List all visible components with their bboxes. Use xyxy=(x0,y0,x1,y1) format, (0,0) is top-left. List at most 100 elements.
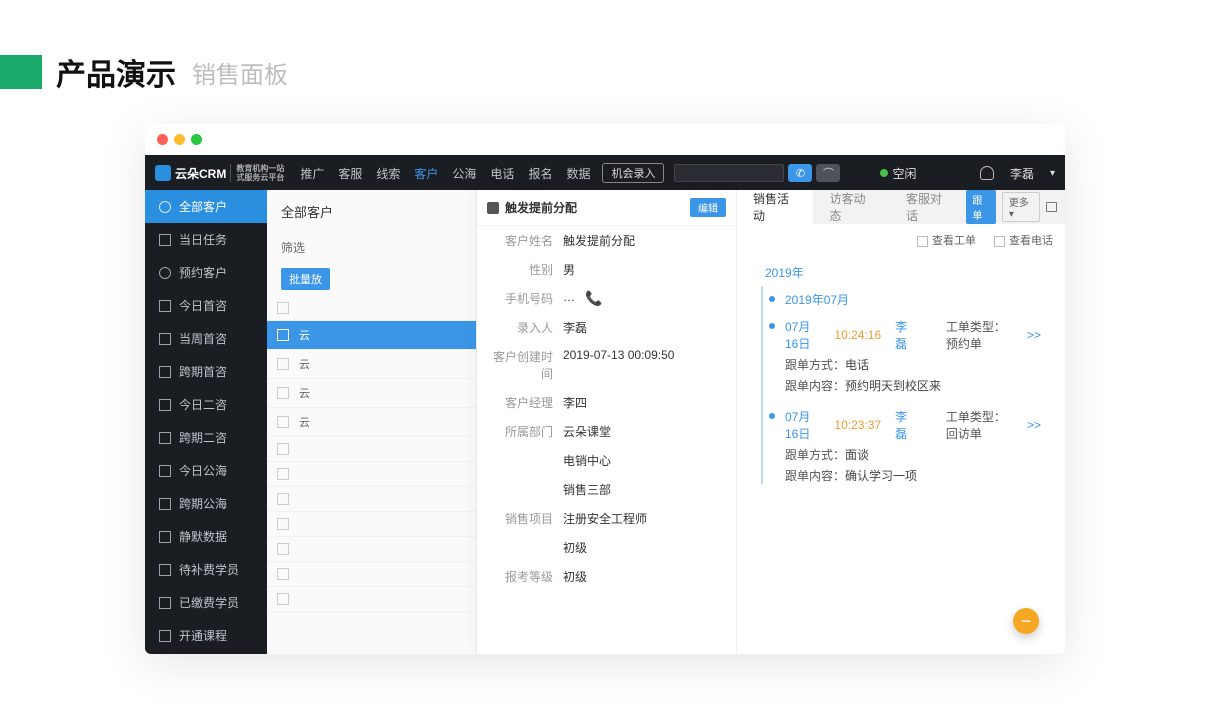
table-row[interactable]: 云 xyxy=(267,321,476,350)
table-row[interactable]: 云 xyxy=(267,379,476,408)
sidebar-item-today-first[interactable]: 今日首咨 xyxy=(145,289,267,322)
filter-view-calls[interactable]: 查看电话 xyxy=(994,232,1053,248)
timeline-year: 2019年 xyxy=(765,264,1041,281)
entry-user: 李磊 xyxy=(895,408,912,442)
sidebar-item-label: 预约客户 xyxy=(179,264,227,281)
field-label: 客户创建时间 xyxy=(489,348,563,382)
topbar-right: 李磊 ▾ xyxy=(980,165,1055,182)
table-row[interactable] xyxy=(267,562,476,587)
sidebar-item-silent[interactable]: 静默数据 xyxy=(145,520,267,553)
sidebar-item-open-course[interactable]: 开通课程 xyxy=(145,619,267,652)
filter-view-tickets[interactable]: 查看工单 xyxy=(917,232,976,248)
row-checkbox[interactable] xyxy=(277,443,289,455)
activity-entry[interactable]: 07月16日 10:23:37 李磊 工单类型：回访单 >> 跟单方式：面谈 跟… xyxy=(785,408,1041,484)
sidebar-item-today-task[interactable]: 当日任务 xyxy=(145,223,267,256)
hangup-button[interactable]: ⌒ xyxy=(816,164,840,182)
more-dropdown[interactable]: 更多 ▾ xyxy=(1002,192,1040,222)
field-value: 销售三部 xyxy=(563,481,611,498)
row-checkbox[interactable] xyxy=(277,593,289,605)
tab-service-chat[interactable]: 客服对话 xyxy=(890,190,966,224)
entry-expand[interactable]: >> xyxy=(1027,418,1041,432)
field-value: 李四 xyxy=(563,394,587,411)
batch-release-button[interactable]: 批量放 xyxy=(281,268,330,290)
sidebar-item-today-second[interactable]: 今日二咨 xyxy=(145,388,267,421)
nav-pool[interactable]: 公海 xyxy=(452,165,476,182)
status-text[interactable]: 空闲 xyxy=(892,165,916,182)
field-value: 注册安全工程师 xyxy=(563,510,647,527)
list-filter-label[interactable]: 筛选 xyxy=(267,233,476,262)
table-row[interactable] xyxy=(267,512,476,537)
row-checkbox[interactable] xyxy=(277,416,289,428)
followup-chip[interactable]: 跟单 xyxy=(966,190,996,224)
minimize-icon[interactable] xyxy=(174,134,185,145)
row-checkbox[interactable] xyxy=(277,468,289,480)
current-user[interactable]: 李磊 xyxy=(1010,165,1034,182)
field-value: … xyxy=(563,290,575,307)
sidebar-item-cross-second[interactable]: 跨期二咨 xyxy=(145,421,267,454)
nav-data[interactable]: 数据 xyxy=(566,165,590,182)
nav-signup[interactable]: 报名 xyxy=(528,165,552,182)
table-row[interactable] xyxy=(267,437,476,462)
slide-subtitle: 销售面板 xyxy=(192,55,288,90)
activity-panel: 销售活动 访客动态 客服对话 跟单 更多 ▾ 查看工单 查看电话 2019年 2… xyxy=(737,190,1065,654)
row-checkbox[interactable] xyxy=(277,518,289,530)
tab-visitor[interactable]: 访客动态 xyxy=(813,190,889,224)
table-row[interactable] xyxy=(267,537,476,562)
nav-service[interactable]: 客服 xyxy=(338,165,362,182)
expand-icon[interactable] xyxy=(1046,202,1057,212)
table-row[interactable]: 云 xyxy=(267,408,476,437)
table-row[interactable] xyxy=(267,487,476,512)
sidebar-item-label: 当日任务 xyxy=(179,231,227,248)
nav-customers[interactable]: 客户 xyxy=(414,165,438,182)
field-value: 电销中心 xyxy=(563,452,611,469)
table-row[interactable]: 云 xyxy=(267,350,476,379)
sidebar-item-my-orders[interactable]: 我的订单 xyxy=(145,652,267,654)
table-header xyxy=(267,296,476,321)
person-icon xyxy=(487,202,499,214)
sidebar-item-label: 今日首咨 xyxy=(179,297,227,314)
entry-expand[interactable]: >> xyxy=(1027,328,1041,342)
phone-icon: ✆ xyxy=(796,167,805,180)
sidebar-item-label: 待补费学员 xyxy=(179,561,239,578)
activity-timeline: 2019年 2019年07月 07月16日 10:24:16 李磊 工单类型：预… xyxy=(737,256,1065,484)
sidebar-item-paid[interactable]: 已缴费学员 xyxy=(145,586,267,619)
sidebar-item-cross-first[interactable]: 跨期首咨 xyxy=(145,355,267,388)
call-button[interactable]: ✆ xyxy=(788,164,812,182)
select-all-checkbox[interactable] xyxy=(277,302,289,314)
fab-button[interactable]: − xyxy=(1013,608,1039,634)
sidebar-item-label: 跨期公海 xyxy=(179,495,227,512)
nav-leads[interactable]: 线索 xyxy=(376,165,400,182)
sidebar-item-week-first[interactable]: 当周首咨 xyxy=(145,322,267,355)
sidebar-item-cross-pool[interactable]: 跨期公海 xyxy=(145,487,267,520)
maximize-icon[interactable] xyxy=(191,134,202,145)
sidebar-item-today-pool[interactable]: 今日公海 xyxy=(145,454,267,487)
sidebar-item-label: 全部客户 xyxy=(179,198,227,215)
list-icon xyxy=(159,465,171,477)
sidebar-item-all-customers[interactable]: 全部客户 xyxy=(145,190,267,223)
table-row[interactable] xyxy=(267,587,476,612)
row-checkbox[interactable] xyxy=(277,568,289,580)
edit-button[interactable]: 编辑 xyxy=(690,198,726,217)
activity-entry[interactable]: 07月16日 10:24:16 李磊 工单类型：预约单 >> 跟单方式：电话 跟… xyxy=(785,318,1041,394)
list-icon xyxy=(159,630,171,642)
search-input[interactable] xyxy=(674,164,784,182)
bell-icon[interactable] xyxy=(980,166,994,180)
tab-sales-activity[interactable]: 销售活动 xyxy=(737,190,813,224)
row-checkbox[interactable] xyxy=(277,329,289,341)
opportunity-entry-button[interactable]: 机会录入 xyxy=(602,163,664,183)
close-icon[interactable] xyxy=(157,134,168,145)
nav-phone[interactable]: 电话 xyxy=(490,165,514,182)
row-checkbox[interactable] xyxy=(277,387,289,399)
row-checkbox[interactable] xyxy=(277,493,289,505)
phone-icon[interactable]: 📞 xyxy=(585,290,602,307)
sidebar-item-appointment[interactable]: 预约客户 xyxy=(145,256,267,289)
row-checkbox[interactable] xyxy=(277,543,289,555)
brand-logo[interactable]: 云朵CRM 教育机构一站式服务云平台 xyxy=(155,164,284,182)
list-title: 全部客户 xyxy=(267,190,476,233)
chevron-down-icon[interactable]: ▾ xyxy=(1050,168,1055,179)
logo-icon xyxy=(155,165,171,181)
table-row[interactable] xyxy=(267,462,476,487)
row-checkbox[interactable] xyxy=(277,358,289,370)
sidebar-item-pending-fee[interactable]: 待补费学员 xyxy=(145,553,267,586)
nav-promo[interactable]: 推广 xyxy=(300,165,324,182)
